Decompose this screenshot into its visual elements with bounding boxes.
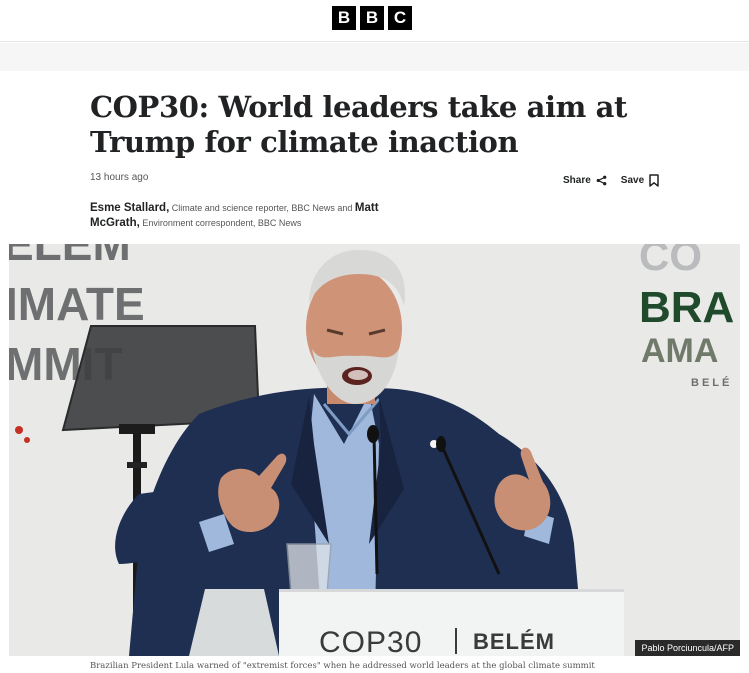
backdrop-text-right: AMA	[641, 332, 718, 370]
article-actions: Share Save	[563, 174, 659, 187]
navigation-band	[0, 43, 749, 71]
podium-text-right: BELÉM	[473, 629, 555, 654]
lead-image: ELEM IMATE MMIT CO BRA AMA BELÉ COP30 BE…	[9, 244, 740, 656]
author-name[interactable]: Esme Stallard,	[90, 202, 169, 214]
backdrop-text-right: CO	[639, 244, 702, 279]
author-role: Environment correspondent, BBC News	[142, 218, 302, 228]
backdrop-text-right: BRA	[639, 283, 734, 332]
podium-text-left: COP30	[319, 626, 422, 656]
lead-image-illustration: ELEM IMATE MMIT CO BRA AMA BELÉ COP30 BE…	[9, 244, 740, 656]
logo-letter-b1: B	[332, 6, 356, 30]
article-timestamp: 13 hours ago	[90, 172, 149, 183]
image-credit: Pablo Porciuncula/AFP	[635, 640, 740, 656]
logo-letter-c: C	[388, 6, 412, 30]
share-button[interactable]: Share	[563, 175, 607, 186]
author-role: Climate and science reporter, BBC News a…	[171, 203, 353, 213]
site-header: B B C	[0, 0, 749, 42]
article-headline: COP30: World leaders take aim at Trump f…	[90, 90, 628, 159]
article-byline: Esme Stallard, Climate and science repor…	[90, 201, 420, 231]
share-icon	[596, 175, 607, 186]
share-label: Share	[563, 175, 591, 186]
image-caption: Brazilian President Lula warned of "extr…	[90, 661, 595, 671]
bookmark-icon	[649, 174, 659, 187]
backdrop-text-right: BELÉ	[691, 376, 732, 389]
backdrop-text-left: ELEM	[9, 244, 131, 270]
save-label: Save	[620, 175, 645, 186]
save-button[interactable]: Save	[621, 174, 659, 187]
logo-letter-b2: B	[360, 6, 384, 30]
bbc-logo[interactable]: B B C	[332, 6, 412, 30]
backdrop-text-left: IMATE	[9, 278, 145, 330]
